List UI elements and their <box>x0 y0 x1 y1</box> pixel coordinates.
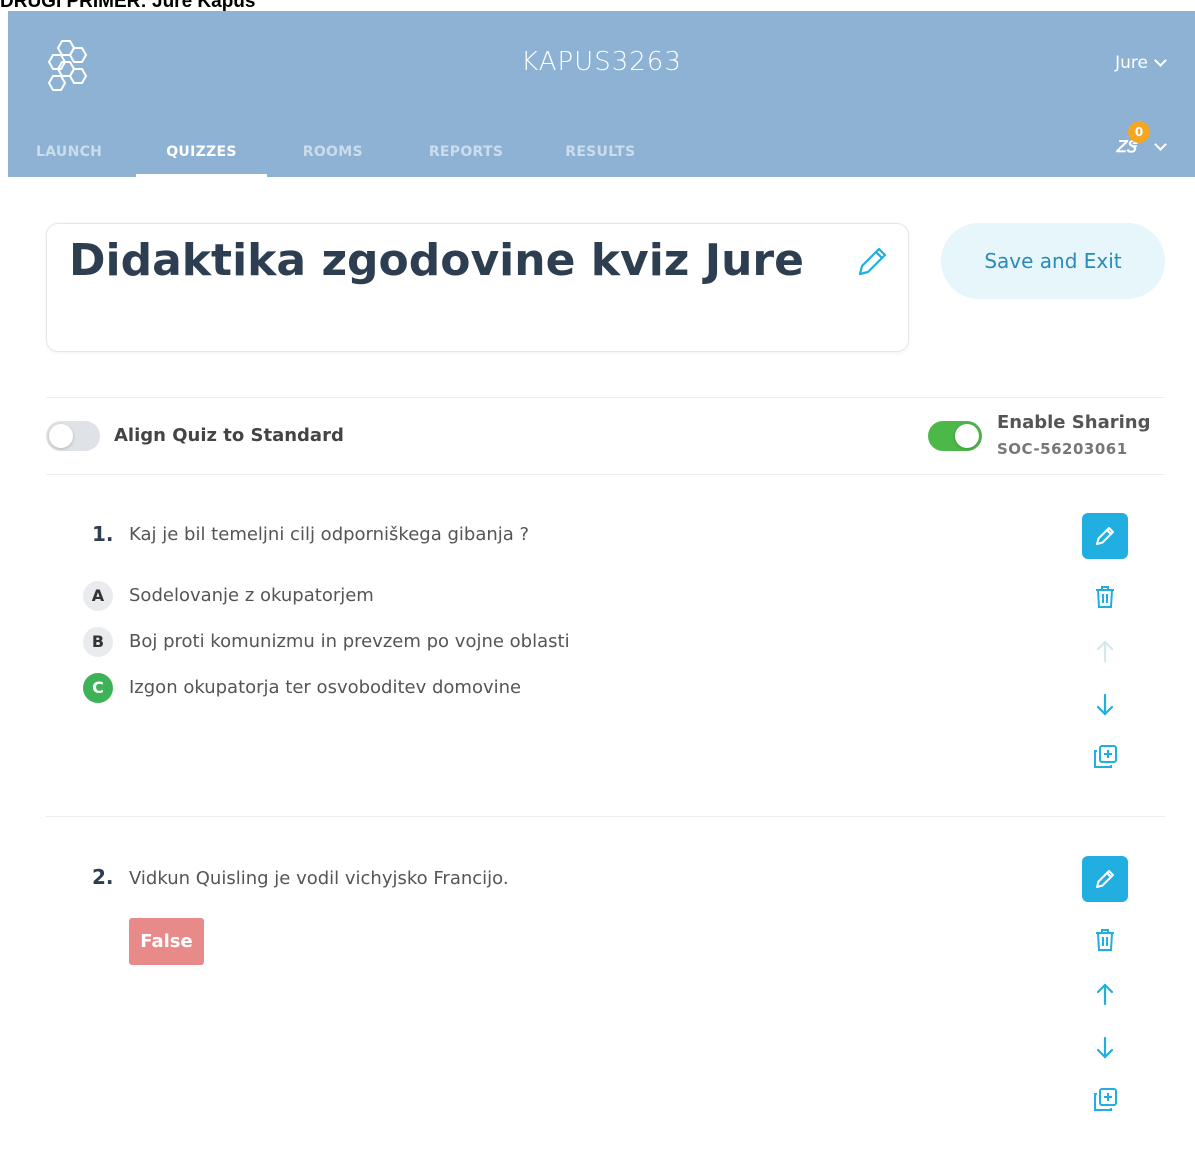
tab-launch[interactable]: LAUNCH <box>36 133 102 177</box>
nav-tabs: LAUNCH QUIZZES ROOMS REPORTS RESULTS <box>8 133 635 177</box>
chevron-down-icon <box>1154 138 1167 151</box>
option-letter: B <box>83 627 113 657</box>
option-letter-correct: C <box>83 673 113 703</box>
question-text: Vidkun Quisling je vodil vichyjsko Franc… <box>129 868 509 889</box>
badge-icon: ᏃᏕ 0 <box>1116 121 1150 157</box>
edit-question-button[interactable] <box>1082 513 1128 559</box>
align-standard-toggle[interactable] <box>46 421 100 451</box>
divider <box>46 397 1165 398</box>
question-text: Kaj je bil temeljni cilj odporniškega gi… <box>129 524 530 545</box>
divider <box>46 816 1165 817</box>
chevron-down-icon <box>1154 54 1167 67</box>
toggle-knob <box>49 424 73 448</box>
option-text: Sodelovanje z okupatorjem <box>129 585 374 606</box>
tab-reports[interactable]: REPORTS <box>429 133 503 177</box>
top-navigation-bar: KAPUS3263 Jure LAUNCH QUIZZES ROOMS REPO… <box>8 11 1195 177</box>
divider <box>46 474 1165 475</box>
move-down-arrow-icon[interactable] <box>1090 1033 1120 1063</box>
trash-icon[interactable] <box>1090 925 1120 955</box>
enable-sharing-toggle[interactable] <box>928 421 982 451</box>
option-text: Izgon okupatorja ter osvoboditev domovin… <box>129 677 522 698</box>
answer-false-badge: False <box>129 918 204 965</box>
tab-quizzes[interactable]: QUIZZES <box>136 133 267 177</box>
tab-rooms[interactable]: ROOMS <box>303 133 363 177</box>
pencil-icon <box>1096 527 1114 545</box>
user-name: Jure <box>1115 53 1148 73</box>
edit-question-button[interactable] <box>1082 856 1128 902</box>
quiz-title-box[interactable]: Didaktika zgodovine kviz Jure <box>46 223 909 352</box>
duplicate-icon[interactable] <box>1090 1085 1120 1115</box>
quiz-title: Didaktika zgodovine kviz Jure <box>69 235 804 286</box>
user-menu[interactable]: Jure <box>1115 53 1167 73</box>
move-up-arrow-icon[interactable] <box>1090 636 1120 666</box>
align-standard-label: Align Quiz to Standard <box>114 425 344 446</box>
option-letter: A <box>83 581 113 611</box>
question-number: 2. <box>92 865 114 889</box>
option-text: Boj proti komunizmu in prevzem po vojne … <box>129 631 570 652</box>
room-code: KAPUS3263 <box>521 47 682 77</box>
move-down-arrow-icon[interactable] <box>1090 690 1120 720</box>
sharing-code: SOC-56203061 <box>997 440 1128 458</box>
move-up-arrow-icon[interactable] <box>1090 979 1120 1009</box>
badges-menu[interactable]: ᏃᏕ 0 <box>1116 121 1167 157</box>
save-and-exit-button[interactable]: Save and Exit <box>941 223 1165 299</box>
toggle-knob <box>955 424 979 448</box>
question-number: 1. <box>92 522 114 546</box>
tab-results[interactable]: RESULTS <box>565 133 635 177</box>
document-caption: DRUGI PRIMER: Jure Kapus <box>0 0 256 12</box>
duplicate-icon[interactable] <box>1090 742 1120 772</box>
trash-icon[interactable] <box>1090 582 1120 612</box>
edit-title-pencil-icon[interactable] <box>854 244 890 280</box>
pencil-icon <box>1096 870 1114 888</box>
enable-sharing-label: Enable Sharing <box>997 412 1151 433</box>
badge-count: 0 <box>1128 121 1150 143</box>
